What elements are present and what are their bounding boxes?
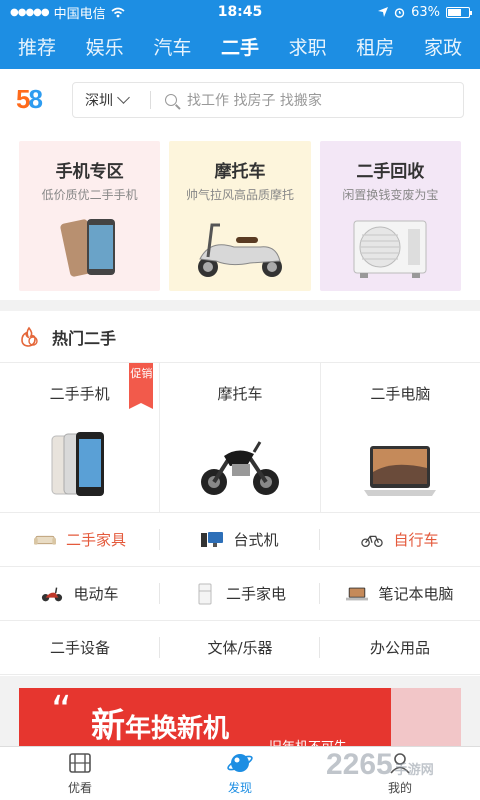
category-used-phones[interactable]: 二手手机 促销: [0, 363, 161, 512]
category-laptop[interactable]: 笔记本电脑: [320, 567, 480, 620]
phone-image: [19, 209, 160, 279]
site-watermark: 2265 手游网: [326, 748, 434, 781]
city-label: 深圳: [85, 93, 113, 109]
tab-label: 优看: [67, 781, 92, 795]
battery-text: 63%: [411, 4, 440, 20]
category-label: 电动车: [73, 585, 119, 603]
fire-icon: [21, 326, 38, 347]
search-box[interactable]: 深圳 找工作 找房子 找搬家: [72, 82, 464, 118]
category-motorcycles[interactable]: 摩托车: [160, 363, 321, 512]
hot-secondhand-section: 热门二手 二手手机 促销 摩托车 二手电脑 二手家具 台式机 自行车 电动车 二…: [0, 311, 480, 676]
banner-quote-mark: “: [51, 688, 72, 734]
divider: [150, 91, 151, 109]
motorcycle-image: [160, 426, 319, 498]
featured-recycle-card[interactable]: 二手回收 闲置换钱变废为宝: [319, 141, 461, 291]
tab-watch[interactable]: 优看: [0, 747, 160, 800]
carrier-text: 中国电信: [53, 6, 106, 22]
category-label: 办公用品: [369, 639, 430, 657]
category-office-supplies[interactable]: 办公用品: [320, 621, 480, 674]
category-row-1: 二手家具 台式机 自行车: [0, 513, 480, 567]
category-label: 二手设备: [49, 639, 110, 657]
tab-rent[interactable]: 租房: [356, 33, 394, 60]
status-bar: ●●●●● 中国电信 18:45 63%: [0, 0, 480, 24]
signal-icon: ●●●●●: [10, 6, 50, 18]
laptop-image: [321, 426, 480, 498]
card-subtitle: 闲置换钱变废为宝: [342, 188, 439, 202]
alarm-icon: [394, 7, 405, 18]
category-sports-music[interactable]: 文体/乐器: [160, 621, 320, 674]
ac-unit-image: [320, 209, 461, 279]
tab-discover[interactable]: 发现: [160, 747, 320, 800]
card-title: 二手回收: [356, 162, 425, 182]
featured-cards: 手机专区 低价质优二手手机 摩托车 帅气拉风高品质摩托 二手回收 闲置换钱变废为…: [0, 131, 480, 300]
category-label: 台式机: [233, 531, 279, 549]
section-title: 热门二手: [52, 328, 117, 348]
category-tabs: 推荐 娱乐 汽车 二手 求职 租房 家政: [0, 24, 480, 69]
category-appliances[interactable]: 二手家电: [160, 567, 320, 620]
bicycle-icon: [361, 531, 384, 549]
big-categories-row: 二手手机 促销 摩托车 二手电脑: [0, 363, 480, 513]
card-title: 摩托车: [214, 162, 266, 182]
category-equipment[interactable]: 二手设备: [0, 621, 160, 674]
category-label: 二手家具: [65, 531, 126, 549]
promo-badge: 促销: [129, 363, 154, 409]
film-icon: [67, 751, 93, 775]
search-bar: 58 深圳 找工作 找房子 找搬家: [0, 69, 480, 131]
search-icon: [165, 94, 177, 106]
category-label: 自行车: [393, 531, 439, 549]
category-label: 二手家电: [225, 585, 286, 603]
featured-motorcycle-card[interactable]: 摩托车 帅气拉风高品质摩托: [169, 141, 311, 291]
banner-title: 新年换新机: [91, 706, 230, 746]
category-label: 二手电脑: [370, 385, 431, 403]
city-selector[interactable]: 深圳: [85, 90, 130, 110]
card-subtitle: 帅气拉风高品质摩托: [185, 188, 294, 202]
tab-entertainment[interactable]: 娱乐: [86, 33, 124, 60]
category-used-computers[interactable]: 二手电脑: [321, 363, 480, 512]
tab-recommend[interactable]: 推荐: [18, 33, 56, 60]
logo-58: 58: [16, 84, 43, 114]
tab-label: 发现: [227, 781, 252, 795]
category-bicycle[interactable]: 自行车: [320, 513, 480, 566]
tab-housekeeping[interactable]: 家政: [424, 33, 462, 60]
category-used-furniture[interactable]: 二手家具: [0, 513, 160, 566]
category-desktop[interactable]: 台式机: [160, 513, 320, 566]
location-arrow-icon: [378, 7, 389, 17]
scooter-image: [169, 209, 310, 279]
card-title: 手机专区: [55, 162, 124, 182]
tab-jobs[interactable]: 求职: [289, 33, 327, 60]
category-label: 文体/乐器: [207, 639, 273, 657]
card-subtitle: 低价质优二手手机: [41, 188, 138, 202]
search-input[interactable]: 找工作 找房子 找搬家: [187, 90, 322, 110]
top-header: ●●●●● 中国电信 18:45 63% 推荐 娱乐 汽车 二手 求职 租房 家…: [0, 0, 480, 69]
tab-auto[interactable]: 汽车: [153, 33, 191, 60]
sofa-icon: [33, 531, 56, 549]
category-row-2: 电动车 二手家电 笔记本电脑: [0, 567, 480, 621]
category-e-bike[interactable]: 电动车: [0, 567, 160, 620]
chevron-down-icon: [117, 91, 130, 104]
category-label: 笔记本电脑: [378, 585, 454, 603]
section-header: 热门二手: [0, 311, 480, 363]
scooter-icon: [41, 585, 63, 603]
laptop-icon: [346, 585, 369, 603]
battery-icon: [446, 6, 472, 18]
wifi-icon: [111, 7, 125, 17]
tab-secondhand[interactable]: 二手: [221, 33, 259, 60]
planet-icon: [227, 751, 253, 775]
category-row-3: 二手设备 文体/乐器 办公用品: [0, 621, 480, 675]
desktop-icon: [201, 531, 224, 549]
phones-image: [0, 426, 159, 498]
promo-banner[interactable]: “ 新年换新机 旧年机不可失: [19, 688, 461, 748]
featured-phone-card[interactable]: 手机专区 低价质优二手手机: [19, 141, 161, 291]
category-label: 摩托车: [217, 385, 263, 403]
fridge-icon: [194, 583, 216, 604]
banner-phone-image: [391, 688, 461, 748]
